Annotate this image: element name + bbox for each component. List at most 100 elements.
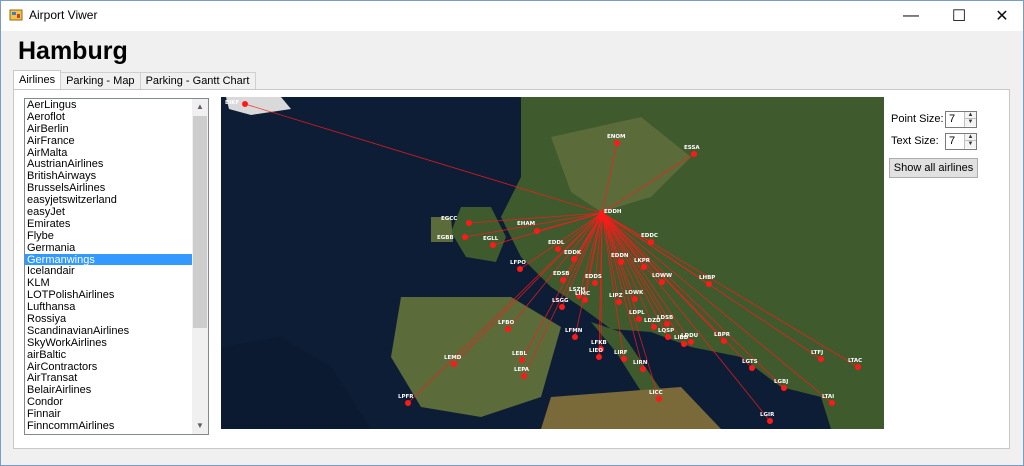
point-size-stepper[interactable]: 7 ▲ ▼ (945, 111, 977, 128)
airport-point[interactable] (651, 324, 657, 330)
airline-list-item[interactable]: AirFrance (25, 135, 192, 147)
airline-list-item[interactable]: Flybe (25, 230, 192, 242)
airline-list-item[interactable]: ScandinavianAirlines (25, 325, 192, 337)
airline-list-item[interactable]: AirTransat (25, 372, 192, 385)
airline-list-item[interactable]: KLM (25, 277, 192, 289)
airport-point[interactable] (621, 356, 627, 362)
airport-point[interactable] (640, 366, 646, 372)
minimize-button[interactable]: — (888, 1, 934, 31)
airline-list-item[interactable]: Aeroflot (25, 111, 192, 123)
airline-list-item[interactable]: Rossiya (25, 313, 192, 325)
airline-list-item[interactable]: Condor (25, 396, 192, 408)
title-bar[interactable]: Airport Viwer — ☐ ✕ (1, 1, 1023, 31)
airport-point[interactable] (618, 259, 624, 265)
point-size-down-icon[interactable]: ▼ (965, 119, 976, 126)
airport-point[interactable] (648, 239, 654, 245)
airline-list-item[interactable]: AirMalta (25, 147, 192, 159)
route-map[interactable]: EDDH BIKF ENOM ESSA EGCC EHAM EGBB EGLL EDDC EDDL… (221, 97, 884, 429)
airport-point[interactable] (555, 246, 561, 252)
airport-point[interactable] (466, 220, 472, 226)
airport-code-label: LIRF (614, 350, 628, 356)
text-size-stepper[interactable]: 7 ▲ ▼ (945, 133, 977, 150)
airlines-tab-panel: AerLingus Aeroflot AirBerlin AirFrance AirMa… (13, 89, 1010, 449)
airline-list-item[interactable]: Germanwings (25, 253, 192, 266)
airport-point[interactable] (749, 365, 755, 371)
airline-list-item[interactable]: easyJet (25, 206, 192, 218)
airport-code-label: LEBL (512, 351, 527, 357)
tab-airlines[interactable]: Airlines (13, 70, 62, 90)
text-size-down-icon[interactable]: ▼ (965, 141, 976, 148)
airline-list-item[interactable]: BrusselsAirlines (25, 182, 192, 194)
airport-point[interactable] (665, 334, 671, 340)
airport-point[interactable] (517, 266, 523, 272)
airline-list-item[interactable]: BritishAirways (25, 170, 192, 182)
airport-point[interactable] (691, 151, 697, 157)
airport-point[interactable] (534, 228, 540, 234)
airport-point[interactable] (592, 280, 598, 286)
airline-list-item[interactable]: Icelandair (25, 265, 192, 278)
airline-list-item[interactable]: Lufthansa (25, 301, 192, 313)
airport-point[interactable] (664, 321, 670, 327)
close-button[interactable]: ✕ (979, 1, 1024, 31)
airport-point[interactable] (818, 356, 824, 362)
airport-point[interactable] (614, 140, 620, 146)
airport-point[interactable] (829, 400, 835, 406)
airport-point[interactable] (596, 354, 602, 360)
airline-list-item[interactable]: Finnair (25, 408, 192, 420)
airport-code-label: LGTS (742, 359, 758, 365)
scroll-up-icon[interactable]: ▲ (192, 99, 208, 115)
airport-code-label: EDDH (604, 209, 622, 215)
airport-point[interactable] (462, 234, 468, 240)
airport-point[interactable] (451, 361, 457, 367)
airline-list-item[interactable]: BelairAirlines (25, 384, 192, 396)
airport-point[interactable] (767, 418, 773, 424)
scroll-down-icon[interactable]: ▼ (192, 418, 208, 434)
airport-point[interactable] (681, 341, 687, 347)
airport-point[interactable] (582, 297, 588, 303)
airport-point[interactable] (632, 296, 638, 302)
airline-list: AerLingus Aeroflot AirBerlin AirFrance AirMa… (25, 99, 192, 432)
airline-list-item[interactable]: AustrianAirlines (25, 158, 192, 171)
airport-point[interactable] (706, 281, 712, 287)
tab-parking-gantt[interactable]: Parking - Gantt Chart (139, 72, 256, 90)
airport-point[interactable] (616, 299, 622, 305)
maximize-button[interactable]: ☐ (936, 1, 982, 31)
airport-point[interactable] (781, 385, 787, 391)
airport-point[interactable] (490, 242, 496, 248)
airport-point[interactable] (659, 279, 665, 285)
airport-point[interactable] (505, 326, 511, 332)
point-size-up-icon[interactable]: ▲ (965, 112, 976, 119)
airport-point[interactable] (656, 396, 662, 402)
show-all-airlines-button[interactable]: Show all airlines (889, 158, 978, 178)
airline-list-item[interactable]: easyjetswitzerland (25, 194, 192, 206)
airport-point[interactable] (688, 339, 694, 345)
airport-point[interactable] (636, 316, 642, 322)
text-size-up-icon[interactable]: ▲ (965, 134, 976, 141)
airline-list-item[interactable]: FinncommAirlines (25, 420, 192, 432)
airport-point[interactable] (521, 373, 527, 379)
airline-list-item[interactable]: Germania (25, 242, 192, 254)
airport-point[interactable] (855, 364, 861, 370)
airport-point[interactable] (560, 277, 566, 283)
airline-listbox[interactable]: AerLingus Aeroflot AirBerlin AirFrance AirMa… (24, 98, 209, 435)
airline-list-item[interactable]: SkyWorkAirlines (25, 337, 192, 349)
airport-code-label: LIPZ (609, 293, 623, 299)
airport-point[interactable] (572, 334, 578, 340)
airline-list-item[interactable]: AirContractors (25, 361, 192, 373)
airline-list-item[interactable]: Emirates (25, 218, 192, 230)
airline-list-item[interactable]: AirBerlin (25, 123, 192, 135)
airport-point[interactable] (242, 101, 248, 107)
list-scrollbar[interactable]: ▲ ▼ (192, 99, 208, 434)
airport-point[interactable] (641, 264, 647, 270)
airport-point[interactable] (721, 338, 727, 344)
tab-parking-map[interactable]: Parking - Map (60, 72, 141, 90)
airport-point[interactable] (405, 400, 411, 406)
airport-point[interactable] (559, 304, 565, 310)
airport-code-label: LDPL (629, 310, 645, 316)
scroll-thumb[interactable] (193, 116, 207, 328)
airline-list-item[interactable]: AerLingus (25, 99, 192, 111)
airport-point[interactable] (571, 256, 577, 262)
airline-list-item[interactable]: LOTPolishAirlines (25, 289, 192, 301)
airline-list-item[interactable]: airBaltic (25, 349, 192, 361)
airport-point[interactable] (519, 357, 525, 363)
